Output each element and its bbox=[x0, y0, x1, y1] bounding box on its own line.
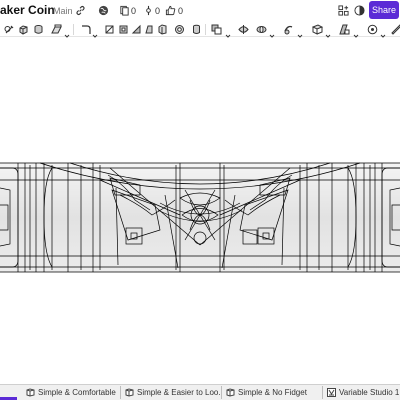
versions-icon[interactable] bbox=[117, 3, 131, 17]
shell-icon[interactable] bbox=[131, 24, 142, 35]
fillet-icon[interactable] bbox=[104, 24, 115, 35]
branch-icon[interactable] bbox=[141, 3, 155, 17]
part-studio-icon bbox=[226, 388, 235, 397]
tab-simple-easier[interactable]: Simple & Easier to Loo... bbox=[122, 386, 222, 399]
share-button[interactable]: Share bbox=[369, 1, 399, 19]
likes-count: 0 bbox=[178, 6, 184, 16]
chevron-down-icon[interactable] bbox=[325, 26, 331, 38]
branches-count: 0 bbox=[155, 6, 161, 16]
toolbar-divider bbox=[205, 24, 206, 35]
sweep-icon[interactable] bbox=[51, 24, 62, 35]
chevron-down-icon[interactable] bbox=[380, 26, 386, 38]
globe-icon[interactable] bbox=[96, 3, 110, 17]
variable-studio-icon bbox=[327, 388, 336, 397]
part-studio-icon bbox=[125, 388, 134, 397]
versions-count: 0 bbox=[131, 6, 137, 16]
app-store-icon[interactable] bbox=[336, 3, 350, 17]
tab-label: Simple & Easier to Loo... bbox=[137, 388, 222, 397]
tab-label: Simple & No Fidget bbox=[238, 388, 307, 397]
thicken-icon[interactable] bbox=[191, 24, 202, 35]
feature-toolbar bbox=[0, 21, 400, 38]
rib-icon[interactable] bbox=[157, 24, 168, 35]
sketch-icon[interactable] bbox=[4, 24, 15, 35]
chevron-down-icon[interactable] bbox=[64, 26, 70, 38]
pattern-icon[interactable] bbox=[283, 24, 294, 35]
boolean-icon[interactable] bbox=[211, 24, 222, 35]
coin-wireframe-model[interactable] bbox=[0, 38, 400, 384]
mirror-icon[interactable] bbox=[312, 24, 323, 35]
extrude-icon[interactable] bbox=[18, 24, 29, 35]
variable-icon[interactable] bbox=[367, 24, 378, 35]
tab-variable-studio[interactable]: Variable Studio 1 bbox=[324, 386, 400, 399]
workspace-label[interactable]: Main bbox=[53, 6, 73, 16]
mate-icon[interactable] bbox=[339, 24, 350, 35]
measure-icon[interactable] bbox=[391, 24, 400, 35]
chevron-down-icon[interactable] bbox=[353, 26, 359, 38]
chevron-down-icon[interactable] bbox=[92, 26, 98, 38]
revolve-icon[interactable] bbox=[33, 24, 44, 35]
transform-icon[interactable] bbox=[256, 24, 267, 35]
model-body bbox=[0, 162, 400, 273]
chevron-down-icon[interactable] bbox=[225, 26, 231, 38]
part-studio-icon bbox=[26, 388, 35, 397]
hole-icon[interactable] bbox=[174, 24, 185, 35]
chevron-down-icon[interactable] bbox=[269, 26, 275, 38]
tab-simple-comfortable[interactable]: Simple & Comfortable bbox=[23, 386, 121, 399]
draft-icon[interactable] bbox=[143, 24, 154, 35]
like-icon[interactable] bbox=[163, 3, 177, 17]
link-icon[interactable] bbox=[73, 3, 87, 17]
chevron-down-icon[interactable] bbox=[297, 26, 303, 38]
document-title[interactable]: aker Coin bbox=[0, 3, 55, 17]
learning-center-icon[interactable] bbox=[352, 3, 366, 17]
tab-label: Simple & Comfortable bbox=[38, 388, 116, 397]
plane-icon[interactable] bbox=[80, 24, 91, 35]
tab-simple-no-fidget[interactable]: Simple & No Fidget bbox=[223, 386, 323, 399]
tab-label: Variable Studio 1 bbox=[339, 388, 400, 397]
split-icon[interactable] bbox=[238, 24, 249, 35]
document-header: aker Coin Main 0 0 0 Share bbox=[0, 0, 400, 21]
graphics-viewport[interactable] bbox=[0, 38, 400, 384]
tab-bar: Simple & Comfortable Simple & Easier to … bbox=[0, 384, 400, 400]
chamfer-icon[interactable] bbox=[118, 24, 129, 35]
toolbar-divider bbox=[73, 24, 74, 35]
